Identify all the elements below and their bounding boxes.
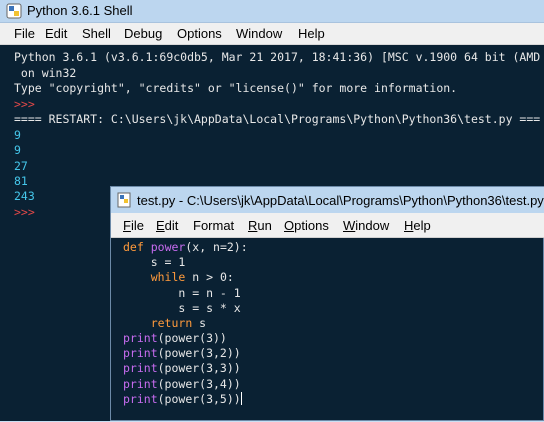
code-line: print(power(3,2)) <box>123 346 241 360</box>
keyword: while <box>150 270 186 284</box>
shell-window-title: Python 3.6.1 Shell <box>27 3 133 18</box>
editor-window-title: test.py - C:\Users\jk\AppData\Local\Prog… <box>137 193 544 208</box>
menu-window[interactable]: Window <box>236 26 282 41</box>
menu-label: ptions <box>294 218 329 233</box>
code-text: (power(3,3)) <box>157 361 241 375</box>
code-line: s = 1 <box>123 255 186 269</box>
editor-menu-help[interactable]: Help <box>404 218 431 233</box>
builtin: print <box>123 346 158 360</box>
shell-menubar: File Edit Shell Debug Options Window Hel… <box>0 23 544 45</box>
editor-menu-edit[interactable]: Edit <box>156 218 178 233</box>
editor-titlebar[interactable]: test.py - C:\Users\jk\AppData\Local\Prog… <box>111 187 544 213</box>
text-cursor <box>240 392 242 405</box>
code-line: print(power(3,3)) <box>123 361 241 375</box>
menu-mnemonic: F <box>123 218 131 233</box>
console-prompt: >>> <box>14 97 42 111</box>
code-line: print(power(3,4)) <box>123 377 241 391</box>
menu-label: indow <box>355 218 390 233</box>
code-text: (power(3,5)) <box>157 392 241 406</box>
console-output: 9 <box>14 143 21 157</box>
editor-window: test.py - C:\Users\jk\AppData\Local\Prog… <box>110 186 544 421</box>
menu-help[interactable]: Help <box>298 26 325 41</box>
builtin: print <box>123 377 158 391</box>
menu-mnemonic: R <box>248 218 258 233</box>
editor-menu-window[interactable]: Window <box>343 218 389 233</box>
console-line: Python 3.6.1 (v3.6.1:69c0db5, Mar 21 201… <box>14 50 541 64</box>
editor-menu-format[interactable]: Format <box>193 218 234 233</box>
menu-shell[interactable]: Shell <box>82 26 111 41</box>
code-line: print(power(3,5)) <box>123 392 242 406</box>
code-line: print(power(3)) <box>123 331 227 345</box>
menu-debug[interactable]: Debug <box>124 26 162 41</box>
code-text: (x, n=2): <box>185 240 248 254</box>
menu-label: dit <box>164 218 179 233</box>
code-line: n = n - 1 <box>123 286 241 300</box>
menu-file[interactable]: File <box>14 26 35 41</box>
console-output: 9 <box>14 128 21 142</box>
code-text: s <box>192 316 207 330</box>
console-output: 243 <box>14 189 35 203</box>
console-output: 81 <box>14 174 28 188</box>
builtin: print <box>123 361 158 375</box>
menu-mnemonic: E <box>156 218 165 233</box>
code-text: (power(3,2)) <box>157 346 241 360</box>
keyword: def <box>123 240 144 254</box>
python-icon <box>6 3 22 19</box>
editor-menu-options[interactable]: Options <box>284 218 329 233</box>
code-text: (power(3)) <box>157 331 227 345</box>
code-line: return s <box>123 316 206 330</box>
editor-menubar: File Edit Format Run Options Window Help <box>111 213 544 238</box>
console-restart-line: ==== RESTART: C:\Users\jk\AppData\Local\… <box>14 112 541 126</box>
menu-label: un <box>257 218 272 233</box>
editor-menu-run[interactable]: Run <box>248 218 272 233</box>
menu-edit[interactable]: Edit <box>45 26 67 41</box>
console-output: 27 <box>14 159 28 173</box>
menu-label: ile <box>130 218 144 233</box>
builtin: print <box>123 392 158 406</box>
menu-mnemonic: H <box>404 218 414 233</box>
menu-options[interactable]: Options <box>177 26 222 41</box>
menu-label: Format <box>193 218 235 233</box>
menu-mnemonic: O <box>284 218 295 233</box>
code-line: s = s * x <box>123 301 241 315</box>
console-line: Type "copyright", "credits" or "license(… <box>14 81 458 95</box>
builtin: print <box>123 331 158 345</box>
python-file-icon <box>117 192 131 208</box>
code-editor[interactable]: def power(x, n=2): s = 1 while n > 0: n … <box>111 238 544 422</box>
keyword: return <box>150 316 193 330</box>
code-line: while n > 0: <box>123 270 234 284</box>
editor-menu-file[interactable]: File <box>123 218 144 233</box>
code-line: def power(x, n=2): <box>123 240 248 254</box>
function-name: power <box>150 240 186 254</box>
shell-titlebar[interactable]: Python 3.6.1 Shell <box>0 0 544 23</box>
console-prompt: >>> <box>14 205 42 219</box>
menu-label: elp <box>413 218 431 233</box>
menu-mnemonic: W <box>343 218 356 233</box>
code-text: n > 0: <box>185 270 234 284</box>
console-line: on win32 <box>14 66 77 80</box>
code-text: (power(3,4)) <box>157 377 241 391</box>
